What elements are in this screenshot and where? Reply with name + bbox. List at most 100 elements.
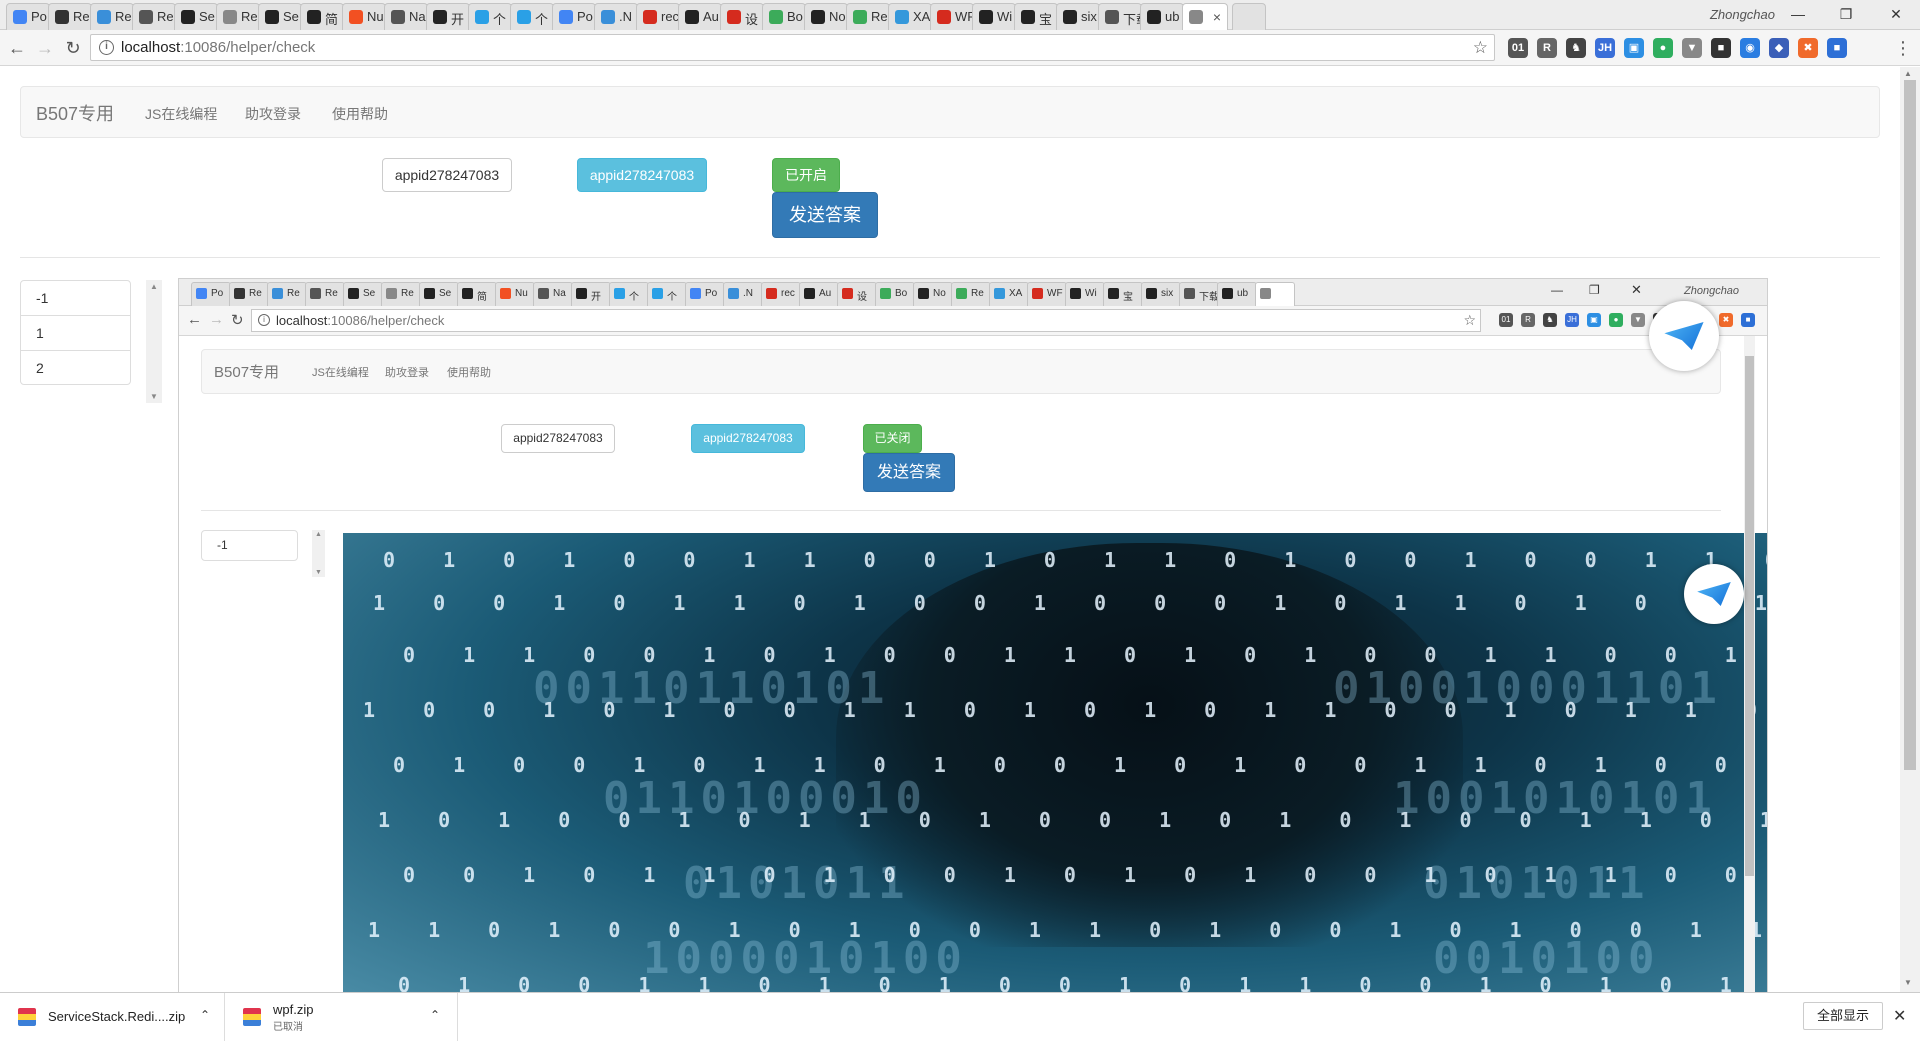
csdn-icon — [1032, 288, 1043, 299]
browser-tab[interactable]: Re — [90, 3, 134, 30]
send-answer-button[interactable]: 发送答案 — [772, 192, 878, 238]
list-item[interactable]: -1 — [21, 281, 130, 316]
browser-tab[interactable]: Po — [6, 3, 50, 30]
inner-tab-label: 宝 — [1123, 292, 1133, 303]
nav-link-help[interactable]: 使用帮助 — [332, 104, 388, 124]
browser-tab[interactable]: Po — [552, 3, 596, 30]
browser-tab[interactable]: 简 — [300, 3, 344, 30]
chevron-up-icon[interactable]: ⌃ — [200, 1008, 210, 1022]
browser-tab[interactable]: Na — [384, 3, 428, 30]
extension-icon[interactable]: ◆ — [1769, 38, 1789, 58]
inner-browser-tab: Bo — [875, 282, 915, 306]
extension-icon[interactable]: 01 — [1508, 38, 1528, 58]
restore-icon[interactable]: ❐ — [1823, 2, 1869, 26]
browser-tab[interactable]: ub — [1140, 3, 1184, 30]
browser-tab[interactable]: XA — [888, 3, 932, 30]
close-window-icon[interactable]: ✕ — [1873, 2, 1919, 26]
list-item[interactable]: 1 — [21, 316, 130, 351]
browser-tab[interactable]: Nu — [342, 3, 386, 30]
nav-link-assist-login[interactable]: 助攻登录 — [245, 104, 301, 124]
cloud-icon — [97, 10, 111, 24]
extension-icon[interactable]: ■ — [1827, 38, 1847, 58]
inner-nav-link-help: 使用帮助 — [447, 367, 491, 379]
scroll-up-icon[interactable]: ▲ — [146, 282, 162, 291]
status-toggle-button[interactable]: 已开启 — [772, 158, 840, 192]
browser-tab[interactable]: No — [804, 3, 848, 30]
browser-tab[interactable]: Re — [132, 3, 176, 30]
github-icon — [1063, 10, 1077, 24]
browser-tab[interactable]: 下载 — [1098, 3, 1142, 30]
inner-tab-label: No — [933, 288, 946, 299]
page-scroll-up-icon[interactable]: ▲ — [1904, 69, 1912, 78]
browser-tab[interactable]: rec — [636, 3, 680, 30]
browser-tab[interactable]: Se — [258, 3, 302, 30]
github-icon — [979, 10, 993, 24]
browser-tab[interactable]: WF — [930, 3, 974, 30]
list-item[interactable]: 2 — [21, 351, 130, 386]
browser-tab[interactable]: 设 — [720, 3, 764, 30]
page-icon — [223, 10, 237, 24]
browser-tab[interactable]: 个 — [510, 3, 554, 30]
forward-icon[interactable]: → — [34, 37, 56, 59]
navbar-brand[interactable]: B507专用 — [36, 100, 114, 126]
scroll-down-icon[interactable]: ▼ — [146, 392, 162, 401]
browser-tab[interactable]: Se — [174, 3, 218, 30]
minimize-icon[interactable]: — — [1775, 2, 1821, 26]
nav-link-js-online[interactable]: JS在线编程 — [145, 104, 217, 124]
page-scrollbar-thumb[interactable] — [1904, 80, 1916, 770]
appid-input-button[interactable]: appid278247083 — [382, 158, 512, 192]
inner-answer-list: -1 — [201, 530, 298, 561]
inner-browser-tab: Au — [799, 282, 839, 306]
extension-icon[interactable]: ● — [1653, 38, 1673, 58]
extension-icon[interactable]: ✖ — [1798, 38, 1818, 58]
inner-extension-icon: ✖ — [1719, 313, 1733, 327]
inner-toolbar: ← → ↻ i localhost:10086/helper/check ☆ 0… — [179, 306, 1767, 336]
browser-tab[interactable]: Re — [48, 3, 92, 30]
browser-tab[interactable]: Wi — [972, 3, 1016, 30]
browser-tab[interactable]: 宝 — [1014, 3, 1058, 30]
extension-icon[interactable]: ♞ — [1566, 38, 1586, 58]
inner-extension-icon: ▣ — [1587, 313, 1601, 327]
info-icon[interactable]: i — [99, 40, 114, 55]
translate-icon — [310, 288, 321, 299]
profile-name[interactable]: Zhongchao — [1710, 7, 1775, 22]
extension-icon[interactable]: ◉ — [1740, 38, 1760, 58]
browser-tab[interactable]: Re — [846, 3, 890, 30]
download-item[interactable]: wpf.zip 已取消 ⌃ — [225, 993, 458, 1041]
tab-close-icon[interactable]: × — [1213, 9, 1221, 25]
bookmark-star-icon[interactable]: ☆ — [1473, 35, 1488, 60]
browser-menu-icon[interactable]: ⋮ — [1892, 37, 1914, 59]
chevron-up-icon[interactable]: ⌃ — [430, 1008, 440, 1022]
extension-icon[interactable]: ▣ — [1624, 38, 1644, 58]
download-item[interactable]: ServiceStack.Redi....zip ⌃ — [0, 993, 225, 1041]
extension-icon[interactable]: JH — [1595, 38, 1615, 58]
page-icon — [386, 288, 397, 299]
google-icon — [13, 10, 27, 24]
browser-tab[interactable]: Au — [678, 3, 722, 30]
tab-label: 个 — [493, 12, 507, 27]
browser-tab[interactable]: Re — [216, 3, 260, 30]
browser-tab[interactable]: 开 — [426, 3, 470, 30]
inner-bookmark-star-icon: ☆ — [1463, 312, 1476, 328]
inner-tab-label: Re — [249, 288, 262, 299]
browser-tab[interactable]: six — [1056, 3, 1100, 30]
show-all-downloads-button[interactable]: 全部显示 — [1803, 1002, 1883, 1030]
browser-tab[interactable]: 个 — [468, 3, 512, 30]
list-scrollbar[interactable]: ▲ ▼ — [146, 280, 162, 403]
reload-icon[interactable]: ↻ — [62, 37, 84, 59]
tab-active[interactable]: × — [1182, 3, 1228, 30]
page-scroll-down-icon[interactable]: ▼ — [1904, 978, 1912, 987]
extension-icon[interactable]: ■ — [1711, 38, 1731, 58]
back-icon[interactable]: ← — [6, 37, 28, 59]
appid-info-button[interactable]: appid278247083 — [577, 158, 707, 192]
address-bar[interactable]: i localhost:10086/helper/check ☆ — [90, 34, 1495, 61]
extension-icon[interactable]: ▼ — [1682, 38, 1702, 58]
close-shelf-icon[interactable]: ✕ — [1893, 1006, 1906, 1026]
browser-tab[interactable]: Bo — [762, 3, 806, 30]
new-tab-button[interactable] — [1232, 3, 1266, 30]
github-icon — [685, 10, 699, 24]
extension-icon[interactable]: R — [1537, 38, 1557, 58]
inner-extension-icon: 01 — [1499, 313, 1513, 327]
browser-tab[interactable]: .N — [594, 3, 638, 30]
inner-list-scrollbar: ▲ ▼ — [312, 530, 325, 577]
